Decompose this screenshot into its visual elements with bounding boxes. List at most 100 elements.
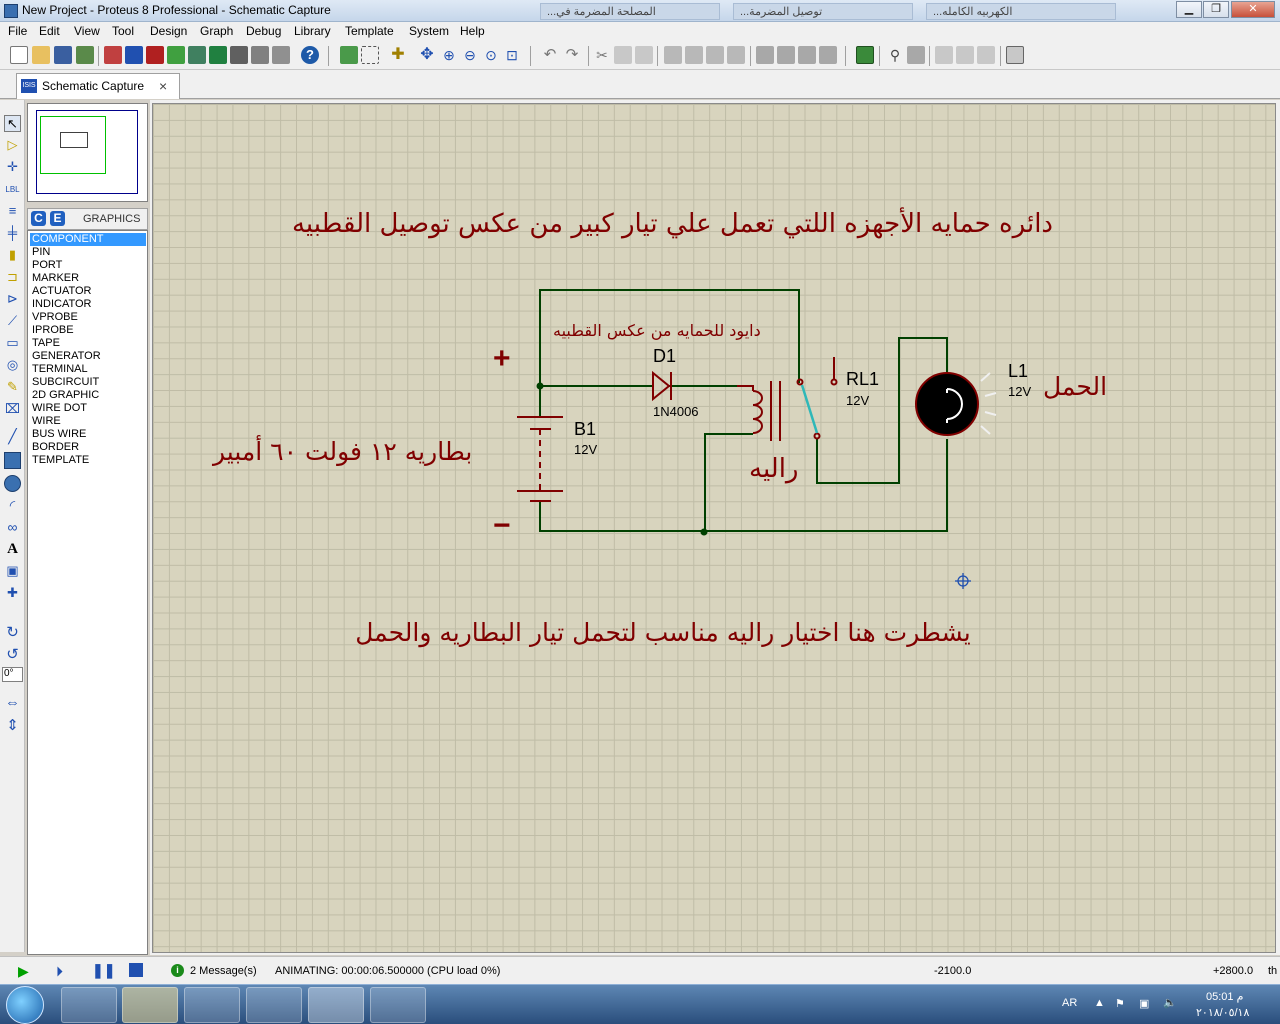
- device-pins-icon[interactable]: ⊳: [4, 291, 21, 308]
- diode-d1[interactable]: [652, 370, 672, 402]
- open-folder-icon[interactable]: [32, 46, 50, 64]
- network-icon[interactable]: ▣: [1139, 997, 1149, 1010]
- stop-icon[interactable]: [129, 963, 143, 977]
- lamp-l1[interactable]: [915, 372, 997, 436]
- zoom-area-icon[interactable]: ⊡: [503, 46, 521, 64]
- background-window-tab[interactable]: ...المصلحة المضرمة في: [540, 3, 720, 20]
- save-icon[interactable]: [54, 46, 72, 64]
- help-icon[interactable]: ?: [301, 46, 319, 64]
- mirror-vertical-icon[interactable]: ⇕: [4, 716, 21, 734]
- junction-dot-icon[interactable]: ✛: [4, 159, 21, 176]
- zoom-in-icon[interactable]: ⊕: [440, 46, 458, 64]
- menu-file[interactable]: File: [8, 24, 27, 38]
- close-button[interactable]: ✕: [1231, 1, 1275, 18]
- messages-count[interactable]: 2 Message(s): [190, 965, 257, 977]
- menu-system[interactable]: System: [409, 24, 449, 38]
- redo-icon[interactable]: ↷: [563, 46, 581, 64]
- list-item[interactable]: ACTUATOR: [30, 285, 146, 298]
- source-code-icon[interactable]: [251, 46, 269, 64]
- generator-icon[interactable]: ◎: [4, 357, 21, 374]
- block-delete-icon[interactable]: [727, 46, 745, 64]
- menu-view[interactable]: View: [74, 24, 100, 38]
- pan-icon[interactable]: ✥: [418, 46, 436, 64]
- step-icon[interactable]: ⏵: [56, 963, 63, 980]
- circle-icon[interactable]: [4, 475, 21, 492]
- paste-icon[interactable]: [635, 46, 653, 64]
- list-item[interactable]: GENERATOR: [30, 350, 146, 363]
- pcb-icon[interactable]: [146, 46, 164, 64]
- import-icon[interactable]: [76, 46, 94, 64]
- minimize-button[interactable]: ▁: [1176, 1, 1202, 18]
- list-item[interactable]: VPROBE: [30, 311, 146, 324]
- list-item[interactable]: INDICATOR: [30, 298, 146, 311]
- mirror-horizontal-icon[interactable]: ⇔: [4, 694, 21, 711]
- tab-schematic-capture[interactable]: ISIS Schematic Capture ×: [16, 73, 180, 99]
- list-item[interactable]: BORDER: [30, 441, 146, 454]
- play-icon[interactable]: ▶: [18, 963, 29, 980]
- start-button[interactable]: [6, 986, 44, 1024]
- rotate-anticlockwise-icon[interactable]: ↺: [4, 645, 21, 663]
- remove-sheet-icon[interactable]: [956, 46, 974, 64]
- media-player-icon[interactable]: [184, 987, 240, 1023]
- menu-debug[interactable]: Debug: [246, 24, 281, 38]
- menu-graph[interactable]: Graph: [200, 24, 233, 38]
- list-item[interactable]: MARKER: [30, 272, 146, 285]
- design-explorer-icon[interactable]: [230, 46, 248, 64]
- wire-autorouter-icon[interactable]: [856, 46, 874, 64]
- wire-label-icon[interactable]: LBL: [4, 181, 21, 198]
- property-tool-icon[interactable]: [907, 46, 925, 64]
- pick-devices-button[interactable]: C: [31, 211, 46, 226]
- list-item[interactable]: WIRE DOT: [30, 402, 146, 415]
- background-window-tab[interactable]: ...الكهربيه الكامله: [926, 3, 1116, 20]
- list-item[interactable]: COMPONENT: [30, 233, 146, 246]
- text-icon[interactable]: A: [4, 541, 21, 558]
- background-window-tab[interactable]: ...توصيل المضرمة: [733, 3, 913, 20]
- current-probe-icon[interactable]: ⌧: [4, 401, 21, 418]
- block-rotate-icon[interactable]: [706, 46, 724, 64]
- file-explorer-icon[interactable]: [122, 987, 178, 1023]
- list-item[interactable]: TAPE: [30, 337, 146, 350]
- list-item[interactable]: WIRE: [30, 415, 146, 428]
- library-manager-button[interactable]: E: [50, 211, 65, 226]
- block-move-icon[interactable]: [685, 46, 703, 64]
- pick-device-icon[interactable]: [756, 46, 774, 64]
- copy-icon[interactable]: [614, 46, 632, 64]
- home-icon[interactable]: [104, 46, 122, 64]
- subcircuit-icon[interactable]: ▮: [4, 247, 21, 264]
- marker-icon[interactable]: ✚: [4, 585, 21, 602]
- terminals-icon[interactable]: ⊐: [4, 269, 21, 286]
- refresh-icon[interactable]: [340, 46, 358, 64]
- component-mode-icon[interactable]: ▷: [4, 137, 21, 154]
- voltage-probe-icon[interactable]: ✎: [4, 379, 21, 396]
- graph-mode-icon[interactable]: ⟋: [4, 313, 21, 330]
- gerber-icon[interactable]: [188, 46, 206, 64]
- list-item[interactable]: TEMPLATE: [30, 454, 146, 467]
- notes-icon[interactable]: [272, 46, 290, 64]
- new-sheet-icon[interactable]: [935, 46, 953, 64]
- rotate-clockwise-icon[interactable]: ↻: [4, 623, 21, 641]
- tab-close-icon[interactable]: ×: [159, 78, 167, 94]
- path-icon[interactable]: ∞: [4, 519, 21, 536]
- netlist-icon[interactable]: [1006, 46, 1024, 64]
- line-icon[interactable]: ╱: [4, 428, 21, 445]
- box-icon[interactable]: [4, 452, 21, 469]
- show-hidden-icons[interactable]: ▲: [1094, 997, 1105, 1009]
- zoom-all-icon[interactable]: ⊙: [482, 46, 500, 64]
- rotation-angle-field[interactable]: 0°: [2, 667, 23, 682]
- arc-icon[interactable]: ◜: [4, 497, 21, 514]
- language-indicator[interactable]: AR: [1062, 997, 1077, 1009]
- package-tool-icon[interactable]: [798, 46, 816, 64]
- text-script-icon[interactable]: ≡: [4, 203, 21, 220]
- tape-recorder-icon[interactable]: ▭: [4, 335, 21, 352]
- schematic-icon[interactable]: [125, 46, 143, 64]
- action-center-icon[interactable]: ⚑: [1115, 997, 1125, 1010]
- block-copy-icon[interactable]: [664, 46, 682, 64]
- zoom-out-icon[interactable]: ⊖: [461, 46, 479, 64]
- internet-explorer-icon[interactable]: [61, 987, 117, 1023]
- list-item[interactable]: BUS WIRE: [30, 428, 146, 441]
- list-item[interactable]: IPROBE: [30, 324, 146, 337]
- list-item[interactable]: 2D GRAPHIC: [30, 389, 146, 402]
- menu-tool[interactable]: Tool: [112, 24, 134, 38]
- clock-time[interactable]: 05:01 م: [1206, 990, 1243, 1003]
- menu-library[interactable]: Library: [294, 24, 331, 38]
